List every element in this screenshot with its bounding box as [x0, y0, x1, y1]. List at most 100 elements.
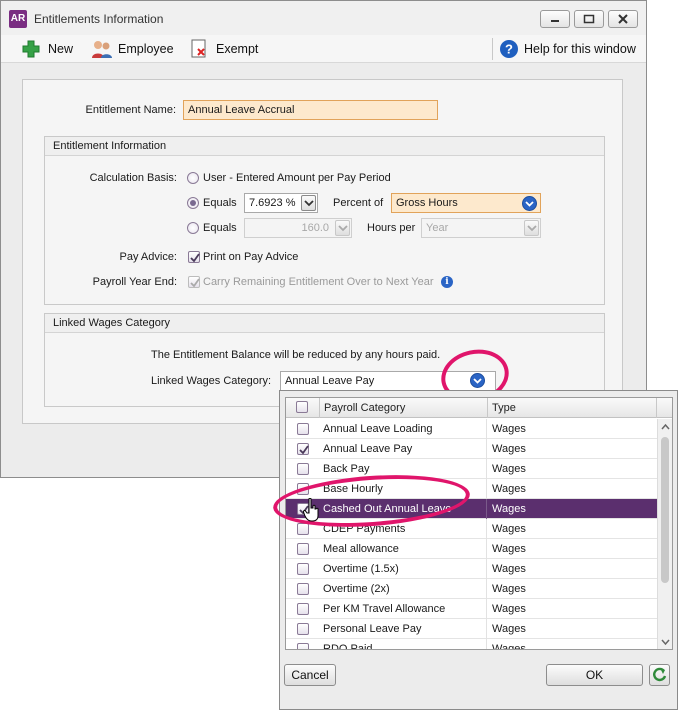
- row-checkbox[interactable]: [297, 463, 309, 475]
- equals-percent-value: 7.6923 %: [249, 197, 296, 209]
- table-row[interactable]: Per KM Travel Allowance Wages: [286, 599, 657, 619]
- help-icon: ?: [499, 39, 519, 59]
- user-entered-radio[interactable]: [187, 172, 199, 184]
- plus-icon: [21, 39, 41, 59]
- row-checkbox[interactable]: [297, 583, 309, 595]
- percent-of-dropdown[interactable]: [522, 196, 537, 211]
- minimize-button[interactable]: [540, 10, 570, 28]
- scrollbar-thumb[interactable]: [661, 437, 669, 583]
- type-cell: Wages: [492, 583, 526, 595]
- row-checkbox[interactable]: [297, 443, 309, 455]
- chevron-down-icon: [525, 201, 534, 207]
- close-button[interactable]: [608, 10, 638, 28]
- type-cell: Wages: [492, 443, 526, 455]
- percent-of-field[interactable]: Gross Hours: [391, 193, 541, 213]
- payroll-category-cell: Personal Leave Pay: [319, 619, 487, 639]
- window-title: Entitlements Information: [34, 12, 164, 26]
- equals-hours-dropdown[interactable]: [335, 220, 350, 236]
- entitlement-information-group: Entitlement Information Calculation Basi…: [44, 136, 605, 305]
- form-panel: Entitlement Name: Annual Leave Accrual E…: [22, 79, 623, 424]
- table-row[interactable]: Overtime (2x) Wages: [286, 579, 657, 599]
- equals-percent-radio[interactable]: [187, 197, 199, 209]
- employee-button[interactable]: Employee: [91, 39, 174, 59]
- new-button[interactable]: New: [21, 39, 73, 59]
- title-bar: AR Entitlements Information: [1, 1, 646, 35]
- percent-of-value: Gross Hours: [396, 197, 458, 209]
- help-button[interactable]: ? Help for this window: [499, 39, 636, 59]
- exempt-button[interactable]: Exempt: [189, 39, 258, 59]
- maximize-button[interactable]: [574, 10, 604, 28]
- linked-wages-value: Annual Leave Pay: [285, 375, 375, 387]
- toolbar-divider: [492, 38, 493, 60]
- payroll-year-end-label: Payroll Year End:: [92, 276, 177, 288]
- payroll-category-cell: Overtime (2x): [319, 579, 487, 599]
- toolbar: New Employee Exempt ? Help for this wind…: [1, 35, 646, 63]
- minimize-icon: [551, 20, 559, 22]
- select-all-header: [286, 398, 320, 418]
- payroll-category-popup: Payroll Category Type Annual Leave Loadi…: [279, 390, 678, 710]
- equals-hours-radio[interactable]: [187, 222, 199, 234]
- entitlement-name-field[interactable]: Annual Leave Accrual: [183, 100, 438, 120]
- hours-per-value: Year: [426, 222, 449, 234]
- new-label: New: [48, 42, 74, 56]
- table-row[interactable]: Meal allowance Wages: [286, 539, 657, 559]
- equals-percent-label: Equals: [203, 197, 237, 209]
- vertical-scrollbar[interactable]: [657, 419, 673, 649]
- type-cell: Wages: [492, 463, 526, 475]
- header-scroll-corner: [656, 398, 672, 418]
- scroll-down-icon[interactable]: [658, 636, 673, 648]
- type-cell: Wages: [492, 543, 526, 555]
- employee-label: Employee: [118, 42, 174, 56]
- table-row[interactable]: Annual Leave Pay Wages: [286, 439, 657, 459]
- linked-wages-label: Linked Wages Category:: [151, 375, 272, 387]
- table-row[interactable]: RDO Paid Wages: [286, 639, 657, 650]
- info-icon[interactable]: i: [441, 276, 453, 288]
- checkmark-icon: [299, 445, 309, 455]
- table-header: Payroll Category Type: [286, 398, 672, 418]
- carry-remaining-checkbox[interactable]: [188, 276, 200, 288]
- user-entered-label: User - Entered Amount per Pay Period: [203, 172, 391, 184]
- cancel-button[interactable]: Cancel: [284, 664, 336, 686]
- scroll-up-icon[interactable]: [658, 421, 673, 433]
- pay-advice-label: Pay Advice:: [119, 251, 177, 263]
- close-icon: [618, 14, 628, 24]
- row-checkbox[interactable]: [297, 623, 309, 635]
- type-cell: Wages: [492, 563, 526, 575]
- equals-hours-label: Equals: [203, 222, 237, 234]
- entitlement-name-label: Entitlement Name:: [85, 104, 176, 116]
- type-cell: Wages: [492, 603, 526, 615]
- print-on-pay-advice-checkbox[interactable]: [188, 251, 200, 263]
- app-logo: AR: [9, 10, 27, 28]
- payroll-category-cell: Meal allowance: [319, 539, 487, 559]
- row-checkbox[interactable]: [297, 423, 309, 435]
- row-checkbox[interactable]: [297, 603, 309, 615]
- table-row[interactable]: Annual Leave Loading Wages: [286, 419, 657, 439]
- ok-button[interactable]: OK: [546, 664, 643, 686]
- employee-icon: [91, 39, 112, 59]
- col-payroll-category[interactable]: Payroll Category: [320, 398, 488, 418]
- col-type[interactable]: Type: [488, 398, 656, 418]
- row-checkbox[interactable]: [297, 543, 309, 555]
- payroll-category-cell: Annual Leave Pay: [319, 439, 487, 459]
- table-row[interactable]: Overtime (1.5x) Wages: [286, 559, 657, 579]
- print-on-pay-advice-label: Print on Pay Advice: [203, 251, 299, 263]
- equals-percent-dropdown[interactable]: [301, 195, 316, 211]
- row-checkbox[interactable]: [297, 523, 309, 535]
- hours-per-dropdown[interactable]: [524, 220, 539, 236]
- entitlement-information-header: Entitlement Information: [45, 137, 604, 156]
- payroll-category-cell: Per KM Travel Allowance: [319, 599, 487, 619]
- hours-per-label: Hours per: [367, 222, 416, 234]
- type-cell: Wages: [492, 503, 526, 515]
- chevron-down-icon: [338, 225, 348, 232]
- table-row[interactable]: Personal Leave Pay Wages: [286, 619, 657, 639]
- checkmark-icon: [190, 278, 200, 288]
- select-all-checkbox[interactable]: [296, 401, 308, 413]
- refresh-button[interactable]: [649, 664, 670, 686]
- row-checkbox[interactable]: [297, 563, 309, 575]
- row-checkbox[interactable]: [297, 643, 309, 649]
- calculation-basis-label: Calculation Basis:: [89, 172, 177, 184]
- linked-wages-header: Linked Wages Category: [45, 314, 604, 333]
- type-cell: Wages: [492, 643, 526, 650]
- table-row[interactable]: Back Pay Wages: [286, 459, 657, 479]
- hours-per-field[interactable]: Year: [421, 218, 541, 238]
